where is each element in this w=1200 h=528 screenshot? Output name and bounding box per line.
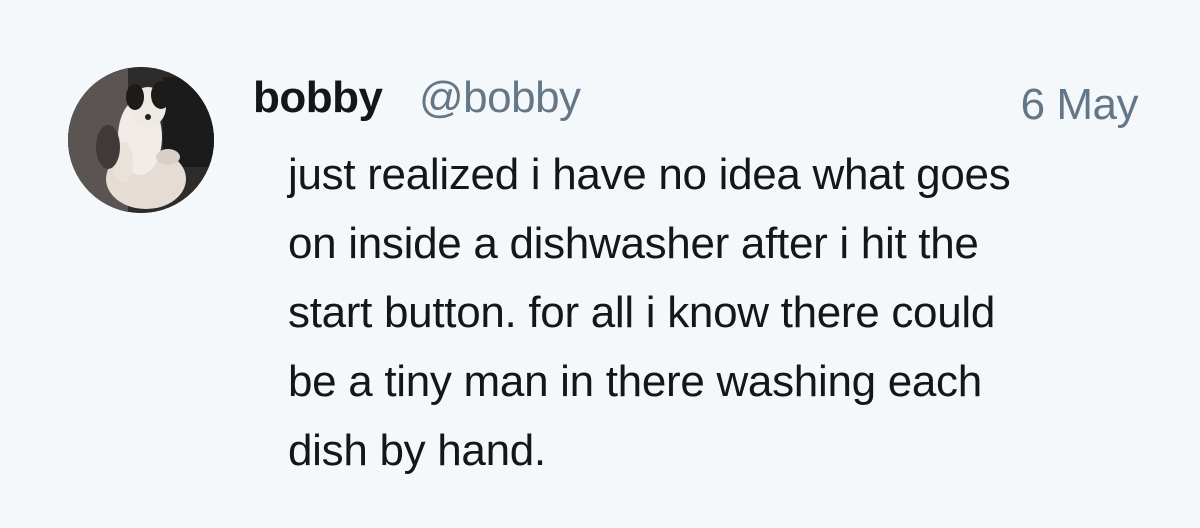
tweet-text: just realized i have no idea what goes o…: [288, 150, 1011, 475]
username-handle[interactable]: @bobby: [419, 73, 581, 123]
avatar-dog-photo: [68, 67, 214, 213]
tweet-date[interactable]: 6 May: [1021, 80, 1139, 130]
tweet-card: bobby @bobby 6 May just realized i have …: [0, 0, 1200, 528]
display-name[interactable]: bobby: [253, 73, 383, 123]
tweet-header: bobby @bobby 6 May: [253, 70, 1139, 130]
avatar[interactable]: [68, 67, 214, 213]
